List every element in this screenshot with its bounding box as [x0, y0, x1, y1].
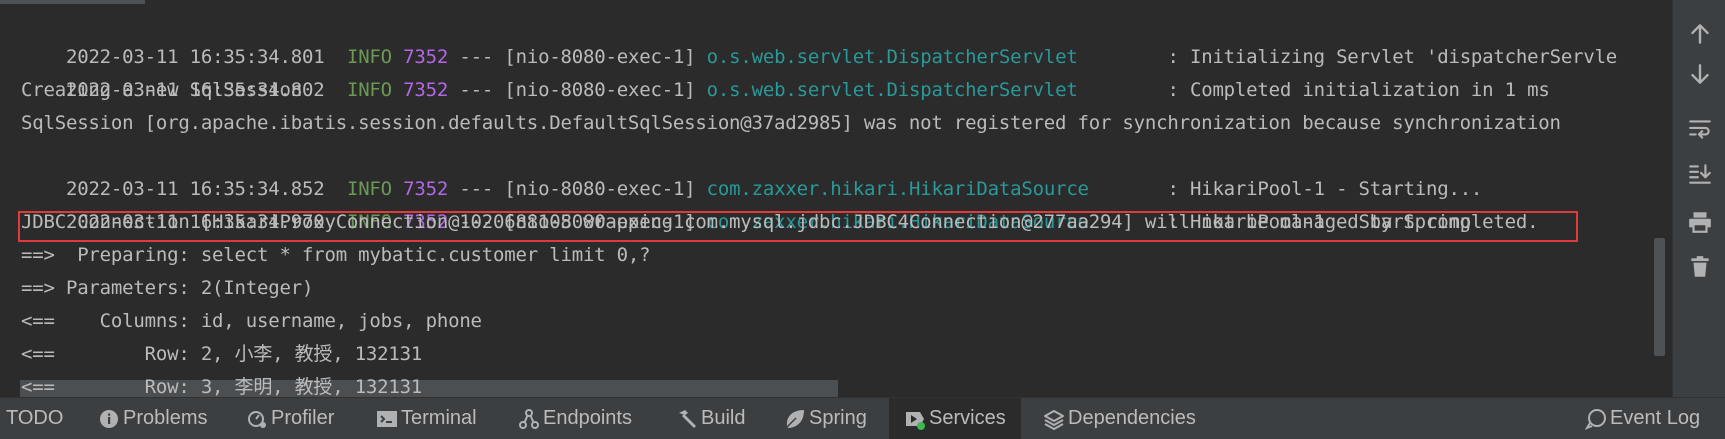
- soft-wrap-icon[interactable]: [1683, 112, 1717, 146]
- spring-leaf-icon: [784, 408, 806, 430]
- services-icon: [904, 408, 926, 430]
- tab-services-label: Services: [929, 407, 1006, 429]
- log-line: 2022-03-11 16:35:34.802 INFO 7352 --- [n…: [21, 41, 1550, 101]
- print-icon[interactable]: [1683, 205, 1717, 239]
- info-icon: [98, 408, 120, 430]
- scrollbar-thumb[interactable]: [1654, 238, 1665, 356]
- log-line: 2022-03-11 16:35:34.970 INFO 7352 --- [n…: [21, 173, 1539, 233]
- tab-build-label: Build: [701, 407, 746, 429]
- hammer-icon: [676, 408, 698, 430]
- tab-spring[interactable]: Spring: [784, 398, 867, 439]
- log-line: Creating a new SqlSession: [21, 79, 302, 101]
- log-line: ==> Preparing: select * from mybatic.cus…: [21, 244, 651, 266]
- log-level: INFO: [346, 79, 392, 101]
- log-message: : Completed initialization in 1 ms: [1167, 79, 1550, 101]
- tab-dependencies[interactable]: Dependencies: [1043, 398, 1196, 439]
- log-line: 2022-03-11 16:35:34.801 INFO 7352 --- [n…: [21, 8, 1617, 68]
- tab-profiler[interactable]: Profiler: [246, 398, 334, 439]
- profiler-icon: [246, 408, 268, 430]
- tab-dependencies-label: Dependencies: [1068, 407, 1196, 429]
- tool-window-bar: TODO Problems Profiler Terminal Endpoint…: [0, 397, 1725, 439]
- log-line: <== Columns: id, username, jobs, phone: [21, 310, 482, 332]
- tab-terminal[interactable]: Terminal: [376, 398, 477, 439]
- tab-endpoints-label: Endpoints: [543, 407, 632, 429]
- tab-services[interactable]: Services: [889, 398, 1021, 439]
- log-logger-link[interactable]: o.s.web.servlet.DispatcherServlet: [707, 79, 1078, 101]
- tab-profiler-label: Profiler: [271, 407, 335, 429]
- tab-problems[interactable]: Problems: [98, 398, 207, 439]
- console-output[interactable]: 2022-03-11 16:35:34.801 INFO 7352 --- [n…: [0, 0, 1672, 397]
- tab-spring-label: Spring: [809, 407, 867, 429]
- console-toolbar: [1672, 0, 1725, 397]
- log-line: ==> Parameters: 2(Integer): [21, 277, 314, 299]
- log-line: <== Row: 2, 小李, 教授, 132131: [21, 343, 423, 365]
- log-pid: 7352: [403, 79, 449, 101]
- tab-terminal-label: Terminal: [401, 407, 477, 429]
- arrow-up-icon[interactable]: [1683, 17, 1717, 51]
- endpoints-icon: [518, 408, 540, 430]
- tab-event-log-label: Event Log: [1610, 407, 1701, 429]
- tab-todo-label: TODO: [6, 407, 64, 429]
- log-line: <== Row: 3, 李明, 教授, 132131: [21, 376, 423, 397]
- tab-build[interactable]: Build: [676, 398, 745, 439]
- tab-event-log[interactable]: Event Log: [1585, 398, 1700, 439]
- terminal-icon: [376, 408, 398, 430]
- horizontal-scroll-indicator[interactable]: [0, 0, 145, 4]
- scroll-to-end-icon[interactable]: [1683, 157, 1717, 191]
- log-line: SqlSession [org.apache.ibatis.session.de…: [21, 112, 1561, 134]
- log-thread: [nio-8080-exec-1]: [504, 79, 696, 101]
- log-separator: ---: [459, 79, 494, 101]
- tab-endpoints[interactable]: Endpoints: [518, 398, 632, 439]
- log-line: 2022-03-11 16:35:34.852 INFO 7352 --- [n…: [21, 140, 1482, 200]
- trash-icon[interactable]: [1683, 250, 1717, 284]
- highlight-box: [18, 211, 1578, 242]
- layers-icon: [1043, 408, 1065, 430]
- speech-bubble-icon: [1585, 408, 1607, 430]
- arrow-down-icon[interactable]: [1683, 57, 1717, 91]
- tab-problems-label: Problems: [123, 407, 208, 429]
- tab-todo[interactable]: TODO: [6, 398, 63, 439]
